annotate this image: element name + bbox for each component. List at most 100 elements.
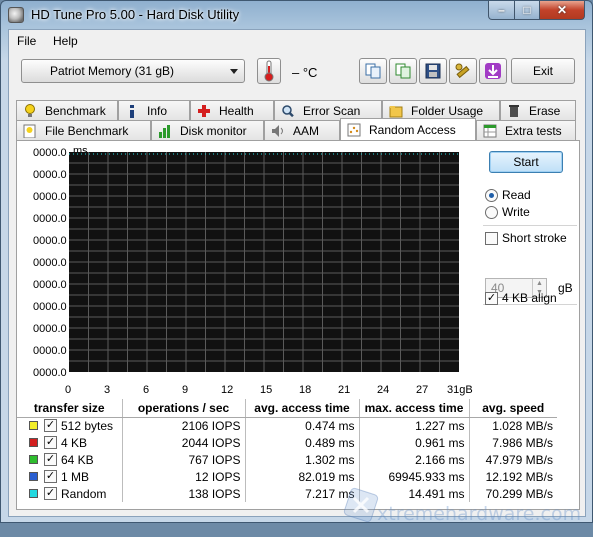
avg-access-cell: 0.489 ms xyxy=(244,434,359,451)
title-bar[interactable]: HD Tune Pro 5.00 - Hard Disk Utility – □… xyxy=(1,1,592,29)
tab-folder-usage[interactable]: Folder Usage xyxy=(382,100,500,120)
drive-select-value: Patriot Memory (31 gB) xyxy=(50,64,175,78)
tab-benchmark[interactable]: Benchmark xyxy=(16,100,118,120)
ops-cell: 12 IOPS xyxy=(121,468,245,485)
ops-cell: 767 IOPS xyxy=(121,451,245,468)
x-tick-label: 12 xyxy=(221,384,234,396)
trash-icon xyxy=(509,104,519,117)
tab-extra-tests[interactable]: Extra tests xyxy=(476,120,576,140)
header-avg-speed: avg. speed xyxy=(468,399,557,418)
temperature-value: – °C xyxy=(292,65,318,80)
result-row: ✓ Random 138 IOPS 7.217 ms 14.491 ms 70.299 M… xyxy=(17,485,557,502)
thermometer-icon xyxy=(264,60,274,82)
series-checkbox[interactable]: ✓ xyxy=(44,453,57,466)
bar-chart-icon xyxy=(159,124,170,138)
floppy-disk-icon xyxy=(425,63,441,79)
x-tick-label: 21 xyxy=(338,384,351,396)
avg-speed-cell: 7.986 MB/s xyxy=(468,434,557,451)
transfer-size-label: 64 KB xyxy=(61,452,94,467)
tab-random-access[interactable]: Random Access xyxy=(340,118,476,140)
tab-aam[interactable]: AAM xyxy=(264,120,340,140)
y-tick-label: 0000.0 xyxy=(33,235,67,247)
copy-icon xyxy=(365,63,381,79)
maximize-icon: □ xyxy=(523,3,531,17)
series-checkbox[interactable]: ✓ xyxy=(44,487,57,500)
y-tick-label: 0000.0 xyxy=(33,213,67,225)
series-color-swatch xyxy=(29,421,38,431)
info-icon xyxy=(130,104,134,118)
avg-access-cell: 7.217 ms xyxy=(244,485,359,502)
close-icon: ✕ xyxy=(556,3,568,17)
short-stroke-checkbox[interactable] xyxy=(485,231,498,245)
transfer-size-label: Random xyxy=(61,486,107,501)
menu-bar: File Help xyxy=(9,30,585,52)
x-tick-label: 9 xyxy=(182,384,189,396)
transfer-size-label: 512 bytes xyxy=(61,418,114,433)
y-tick-label: 0000.0 xyxy=(33,147,67,159)
header-max-access: max. access time xyxy=(358,399,469,418)
max-access-cell: 1.227 ms xyxy=(358,417,469,434)
write-radio[interactable] xyxy=(485,205,498,219)
x-tick-label: 15 xyxy=(260,384,273,396)
y-tick-label: 0000.0 xyxy=(33,367,67,379)
tab-error-scan[interactable]: Error Scan xyxy=(274,100,382,120)
series-checkbox[interactable]: ✓ xyxy=(44,419,57,433)
header-transfer-size: transfer size xyxy=(17,399,122,418)
watermark-text: xtremehardware.com xyxy=(377,503,582,525)
copy-all-button[interactable] xyxy=(389,58,417,84)
series-checkbox[interactable]: ✓ xyxy=(44,470,57,483)
tab-health[interactable]: Health xyxy=(190,100,274,120)
tab-erase[interactable]: Erase xyxy=(500,100,576,120)
menu-file[interactable]: File xyxy=(17,34,36,48)
screenshot-button[interactable] xyxy=(479,58,507,84)
align-checkbox[interactable]: ✓ xyxy=(485,291,498,305)
align-option[interactable]: ✓ 4 KB align xyxy=(485,291,557,305)
ops-cell: 2106 IOPS xyxy=(121,417,245,434)
series-checkbox[interactable]: ✓ xyxy=(44,436,57,449)
transfer-size-cell: ✓ 512 bytes xyxy=(17,417,122,434)
tab-row-bottom: File Benchmark Disk monitor AAM Random A… xyxy=(16,118,576,140)
max-access-cell: 14.491 ms xyxy=(358,485,469,502)
avg-access-cell: 1.302 ms xyxy=(244,451,359,468)
result-row: ✓ 1 MB 12 IOPS 82.019 ms 69945.933 ms 12.192 … xyxy=(17,468,557,485)
read-radio[interactable] xyxy=(485,188,498,202)
x-tick-label: 0 xyxy=(65,384,72,396)
spin-up-icon[interactable]: ▲ xyxy=(532,279,546,288)
y-tick-label: 0000.0 xyxy=(33,169,67,181)
close-button[interactable]: ✕ xyxy=(539,1,585,20)
maximize-button[interactable]: □ xyxy=(514,1,540,20)
avg-access-cell: 82.019 ms xyxy=(244,468,359,485)
short-stroke-label: Short stroke xyxy=(502,231,567,245)
short-stroke-option[interactable]: Short stroke xyxy=(485,231,567,245)
download-arrow-icon xyxy=(485,63,501,79)
tab-info[interactable]: Info xyxy=(118,100,190,120)
tools-icon xyxy=(455,63,470,79)
tab-folder-usage-label: Folder Usage xyxy=(411,103,484,118)
short-stroke-unit: gB xyxy=(558,281,573,295)
app-window: HD Tune Pro 5.00 - Hard Disk Utility – □… xyxy=(0,0,593,525)
chart-plot-area xyxy=(69,152,459,372)
avg-speed-cell: 47.979 MB/s xyxy=(468,451,557,468)
tab-file-benchmark-label: File Benchmark xyxy=(45,123,129,138)
minimize-button[interactable]: – xyxy=(488,1,515,20)
save-button[interactable] xyxy=(419,58,447,84)
ops-cell: 138 IOPS xyxy=(121,485,245,502)
temperature-button[interactable] xyxy=(257,58,281,84)
menu-help[interactable]: Help xyxy=(53,34,78,48)
toolbar: Patriot Memory (31 gB) – °C Exit xyxy=(9,52,585,92)
exit-button[interactable]: Exit xyxy=(511,58,575,84)
tab-row-top: Benchmark Info Health Error Scan Folder … xyxy=(16,100,576,120)
read-option[interactable]: Read xyxy=(485,188,531,202)
transfer-size-cell: ✓ Random xyxy=(17,485,122,502)
options-button[interactable] xyxy=(449,58,477,84)
series-color-swatch xyxy=(29,438,38,447)
tab-file-benchmark[interactable]: File Benchmark xyxy=(16,120,151,140)
write-option[interactable]: Write xyxy=(485,205,530,219)
x-tick-label: 6 xyxy=(143,384,150,396)
drive-select[interactable]: Patriot Memory (31 gB) xyxy=(21,59,245,83)
copy-text-button[interactable] xyxy=(359,58,387,84)
tab-disk-monitor[interactable]: Disk monitor xyxy=(151,120,264,140)
avg-speed-cell: 1.028 MB/s xyxy=(468,417,557,434)
start-button[interactable]: Start xyxy=(489,151,563,173)
transfer-size-cell: ✓ 1 MB xyxy=(17,468,122,485)
